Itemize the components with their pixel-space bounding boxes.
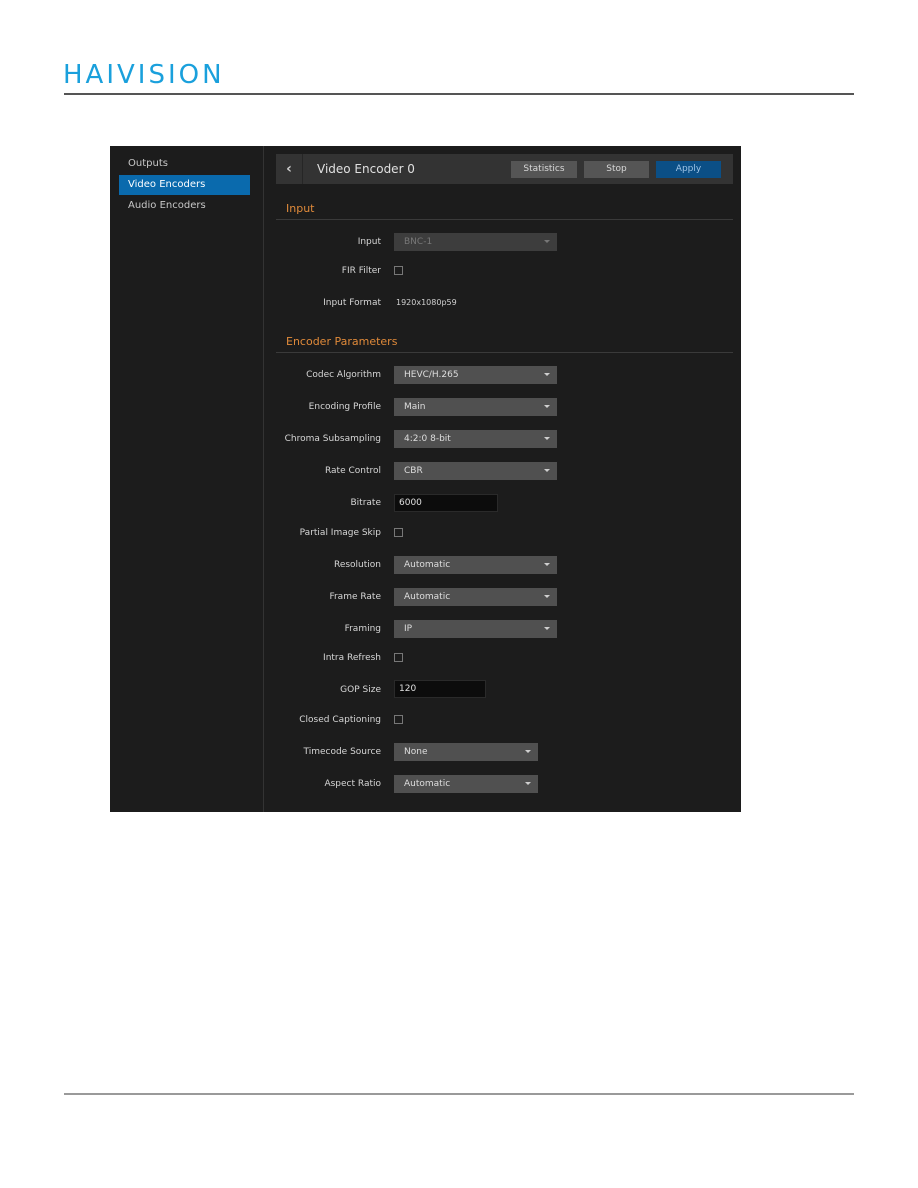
sidebar-item-outputs[interactable]: Outputs — [119, 154, 250, 174]
frame-rate-label: Frame Rate — [329, 592, 381, 602]
back-button[interactable]: ‹ — [276, 154, 303, 184]
codec-algorithm-label: Codec Algorithm — [306, 370, 381, 380]
rate-control-value: CBR — [404, 466, 423, 476]
partial-image-skip-checkbox[interactable] — [394, 528, 403, 537]
section-divider — [276, 352, 733, 353]
sidebar-item-video-encoders[interactable]: Video Encoders — [119, 175, 250, 195]
resolution-value: Automatic — [404, 560, 451, 570]
caret-down-icon — [544, 563, 550, 566]
encoding-profile-label: Encoding Profile — [308, 402, 381, 412]
frame-rate-value: Automatic — [404, 592, 451, 602]
sidebar-item-audio-encoders[interactable]: Audio Encoders — [119, 196, 250, 216]
resolution-select[interactable]: Automatic — [394, 556, 557, 574]
caret-down-icon — [525, 782, 531, 785]
framing-select[interactable]: IP — [394, 620, 557, 638]
closed-captioning-checkbox[interactable] — [394, 715, 403, 724]
codec-algorithm-select[interactable]: HEVC/H.265 — [394, 366, 557, 384]
section-title-input: Input — [286, 202, 315, 215]
bitrate-input[interactable]: 6000 — [394, 494, 498, 512]
caret-down-icon — [544, 405, 550, 408]
chevron-left-icon: ‹ — [286, 161, 292, 177]
stop-button[interactable]: Stop — [584, 161, 649, 178]
frame-rate-select[interactable]: Automatic — [394, 588, 557, 606]
haivision-logo: HAIVISION — [63, 60, 225, 90]
header-divider — [64, 93, 854, 95]
chroma-subsampling-value: 4:2:0 8-bit — [404, 434, 451, 444]
caret-down-icon — [544, 469, 550, 472]
section-divider — [276, 219, 733, 220]
resolution-label: Resolution — [333, 560, 381, 570]
caret-down-icon — [544, 627, 550, 630]
framing-label: Framing — [344, 624, 381, 634]
footer-divider — [64, 1093, 854, 1095]
fir-filter-label: FIR Filter — [341, 266, 381, 276]
encoding-profile-select[interactable]: Main — [394, 398, 557, 416]
statistics-button[interactable]: Statistics — [511, 161, 577, 178]
apply-button[interactable]: Apply — [656, 161, 721, 178]
aspect-ratio-value: Automatic — [404, 779, 451, 789]
caret-down-icon — [544, 437, 550, 440]
section-title-encoder-parameters: Encoder Parameters — [286, 335, 398, 348]
gop-size-input[interactable]: 120 — [394, 680, 486, 698]
input-format-label: Input Format — [323, 298, 381, 308]
rate-control-select[interactable]: CBR — [394, 462, 557, 480]
caret-down-icon — [544, 373, 550, 376]
timecode-source-label: Timecode Source — [303, 747, 381, 757]
input-format-value: 1920x1080p59 — [396, 298, 457, 307]
partial-image-skip-label: Partial Image Skip — [299, 528, 381, 538]
intra-refresh-label: Intra Refresh — [323, 653, 381, 663]
input-select[interactable]: BNC-1 — [394, 233, 557, 251]
caret-down-icon — [525, 750, 531, 753]
fir-filter-checkbox[interactable] — [394, 266, 403, 275]
chroma-subsampling-label: Chroma Subsampling — [284, 434, 381, 444]
gop-size-label: GOP Size — [340, 685, 381, 695]
bitrate-label: Bitrate — [350, 498, 382, 508]
caret-down-icon — [544, 240, 550, 243]
intra-refresh-checkbox[interactable] — [394, 653, 403, 662]
closed-captioning-label: Closed Captioning — [299, 715, 381, 725]
encoder-header-bar: ‹ Video Encoder 0 Statistics Stop Apply — [276, 154, 733, 184]
input-label: Input — [357, 237, 381, 247]
input-select-value: BNC-1 — [404, 237, 433, 247]
timecode-source-select[interactable]: None — [394, 743, 538, 761]
codec-algorithm-value: HEVC/H.265 — [404, 370, 459, 380]
framing-value: IP — [404, 624, 413, 634]
timecode-source-value: None — [404, 747, 428, 757]
page-title: Video Encoder 0 — [317, 162, 415, 176]
aspect-ratio-label: Aspect Ratio — [324, 779, 381, 789]
encoder-app-window: Outputs Video Encoders Audio Encoders ‹ … — [110, 146, 741, 812]
chroma-subsampling-select[interactable]: 4:2:0 8-bit — [394, 430, 557, 448]
aspect-ratio-select[interactable]: Automatic — [394, 775, 538, 793]
caret-down-icon — [544, 595, 550, 598]
encoding-profile-value: Main — [404, 402, 426, 412]
rate-control-label: Rate Control — [324, 466, 381, 476]
